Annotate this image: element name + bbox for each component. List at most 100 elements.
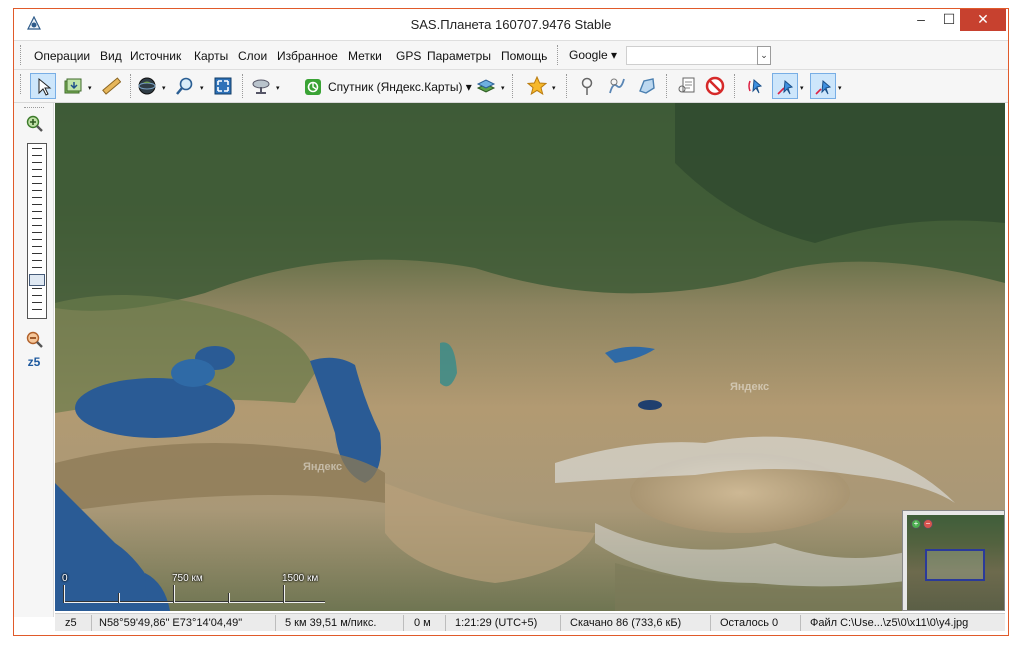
ruler-icon bbox=[102, 77, 121, 95]
search-dropdown-button[interactable]: ⌄ bbox=[757, 46, 771, 65]
menu-source[interactable]: Источник bbox=[130, 49, 181, 63]
satellite-map-imagery[interactable] bbox=[55, 103, 1005, 611]
marks-list-button[interactable] bbox=[674, 73, 700, 99]
minimize-button[interactable]: – bbox=[908, 9, 934, 31]
gps-track-icon bbox=[777, 79, 794, 95]
status-resolution: 5 км 39,51 м/пикс. bbox=[285, 617, 377, 629]
globe-arrow[interactable]: ▾ bbox=[162, 84, 166, 92]
scale-tick bbox=[118, 593, 120, 603]
zoom-out-icon[interactable] bbox=[26, 331, 44, 349]
zoom-in-icon[interactable] bbox=[26, 115, 44, 133]
menu-maps[interactable]: Карты bbox=[194, 49, 228, 63]
title-bar: SAS.Планета 160707.9476 Stable – ☐ ✕ bbox=[14, 9, 1008, 39]
hide-marks-button[interactable] bbox=[702, 73, 728, 99]
map-source-icon bbox=[305, 79, 321, 95]
no-marks-icon bbox=[705, 76, 725, 96]
satellite-dish-button[interactable] bbox=[248, 73, 274, 99]
zoom-slider-ticks bbox=[32, 148, 42, 314]
minimap-zoom-in-icon[interactable]: + bbox=[911, 519, 921, 529]
toolbar-grip[interactable] bbox=[20, 74, 22, 94]
status-downloaded: Скачано 86 (733,6 кБ) bbox=[570, 617, 682, 629]
magnifier-arrow[interactable]: ▾ bbox=[200, 84, 204, 92]
favorites-arrow[interactable]: ▾ bbox=[552, 84, 556, 92]
menu-marks[interactable]: Метки bbox=[348, 49, 382, 63]
status-divider bbox=[91, 615, 92, 631]
globe-button[interactable] bbox=[134, 73, 160, 99]
status-divider bbox=[445, 615, 446, 631]
menu-help[interactable]: Помощь bbox=[501, 49, 547, 63]
layers-arrow[interactable]: ▾ bbox=[501, 84, 505, 92]
menu-settings[interactable]: Параметры bbox=[427, 49, 491, 63]
tile-download-button[interactable] bbox=[60, 73, 86, 99]
favorites-star-icon bbox=[527, 76, 547, 96]
map-watermark: Яндекс bbox=[730, 381, 770, 393]
toolbar-separator bbox=[566, 74, 567, 98]
scale-tick bbox=[228, 593, 230, 603]
status-divider bbox=[560, 615, 561, 631]
toolbar-separator bbox=[242, 74, 243, 98]
scale-tick bbox=[173, 585, 175, 603]
zoom-slider[interactable] bbox=[27, 143, 47, 319]
toolbar-separator bbox=[734, 74, 735, 98]
placemark-icon bbox=[581, 77, 593, 95]
search-grip[interactable] bbox=[557, 45, 559, 65]
layers-button[interactable] bbox=[473, 73, 499, 99]
panel-grip[interactable] bbox=[24, 107, 44, 109]
scale-bar: 0 750 км 1500 км bbox=[60, 573, 330, 607]
zoom-level-label: z5 bbox=[27, 355, 41, 369]
fullscreen-button[interactable] bbox=[210, 73, 236, 99]
magnifier-button[interactable] bbox=[172, 73, 198, 99]
zoom-panel: z5 bbox=[14, 103, 54, 617]
menu-operations[interactable]: Операции bbox=[34, 49, 90, 63]
map-type-select[interactable]: Спутник (Яндекс.Карты) ▾ bbox=[304, 78, 474, 96]
minimap-zoom-out-icon[interactable]: − bbox=[923, 519, 933, 529]
gps-center-arrow[interactable]: ▾ bbox=[838, 84, 842, 92]
map-watermark: Яндекс bbox=[303, 461, 343, 473]
scale-line bbox=[63, 601, 325, 603]
main-toolbar: ▾ ▾ ▾ ▾ Спутник (Яндекс.Карты) ▾ ▾ ▾ ▾ ▾ bbox=[14, 70, 1008, 103]
status-remaining: Осталось 0 bbox=[720, 617, 779, 629]
window-title: SAS.Планета 160707.9476 Stable bbox=[410, 17, 612, 32]
close-button[interactable]: ✕ bbox=[960, 9, 1006, 31]
zoom-slider-handle[interactable] bbox=[29, 274, 45, 286]
search-input[interactable] bbox=[626, 46, 758, 65]
globe-icon bbox=[138, 77, 156, 95]
toolbar-separator bbox=[666, 74, 667, 98]
scale-label-0: 0 bbox=[62, 573, 68, 584]
status-altitude: 0 м bbox=[414, 617, 431, 629]
toolbar-separator bbox=[130, 74, 131, 98]
satellite-dish-arrow[interactable]: ▾ bbox=[276, 84, 280, 92]
scale-label-750: 750 км bbox=[172, 573, 203, 584]
menu-favorites[interactable]: Избранное bbox=[277, 49, 338, 63]
status-divider bbox=[710, 615, 711, 631]
add-placemark-button[interactable] bbox=[574, 73, 600, 99]
add-polygon-button[interactable] bbox=[634, 73, 660, 99]
gps-center-button[interactable] bbox=[810, 73, 836, 99]
gps-connect-button[interactable] bbox=[742, 73, 768, 99]
status-zoom: z5 bbox=[65, 617, 77, 629]
status-time: 1:21:29 (UTC+5) bbox=[455, 617, 538, 629]
map-type-label[interactable]: Спутник (Яндекс.Карты) ▾ bbox=[328, 80, 472, 94]
menu-view[interactable]: Вид bbox=[100, 49, 122, 63]
favorites-button[interactable] bbox=[524, 73, 550, 99]
gps-track-arrow[interactable]: ▾ bbox=[800, 84, 804, 92]
magnifier-icon bbox=[176, 77, 193, 95]
app-window: SAS.Планета 160707.9476 Stable – ☐ ✕ Опе… bbox=[13, 8, 1009, 636]
add-path-button[interactable] bbox=[604, 73, 630, 99]
cursor-tool-button[interactable] bbox=[30, 73, 56, 99]
map-view[interactable]: Яндекс Яндекс 0 750 км 1500 км + − bbox=[55, 103, 1005, 611]
minimap-viewport-frame[interactable] bbox=[925, 549, 985, 581]
status-bar: z5 N58°59'49,86" E73°14'04,49" 5 км 39,5… bbox=[55, 613, 1005, 631]
scale-label-1500: 1500 км bbox=[282, 573, 319, 584]
ruler-button[interactable] bbox=[98, 73, 124, 99]
maximize-button[interactable]: ☐ bbox=[936, 9, 962, 31]
status-divider bbox=[800, 615, 801, 631]
marks-list-icon bbox=[678, 77, 695, 93]
menu-gps[interactable]: GPS bbox=[396, 49, 421, 63]
minimap[interactable]: + − bbox=[902, 510, 1005, 611]
tile-download-arrow[interactable]: ▾ bbox=[88, 84, 92, 92]
toolbar-grip[interactable] bbox=[20, 45, 22, 65]
status-divider bbox=[403, 615, 404, 631]
menu-layers[interactable]: Слои bbox=[238, 49, 267, 63]
gps-track-button[interactable] bbox=[772, 73, 798, 99]
